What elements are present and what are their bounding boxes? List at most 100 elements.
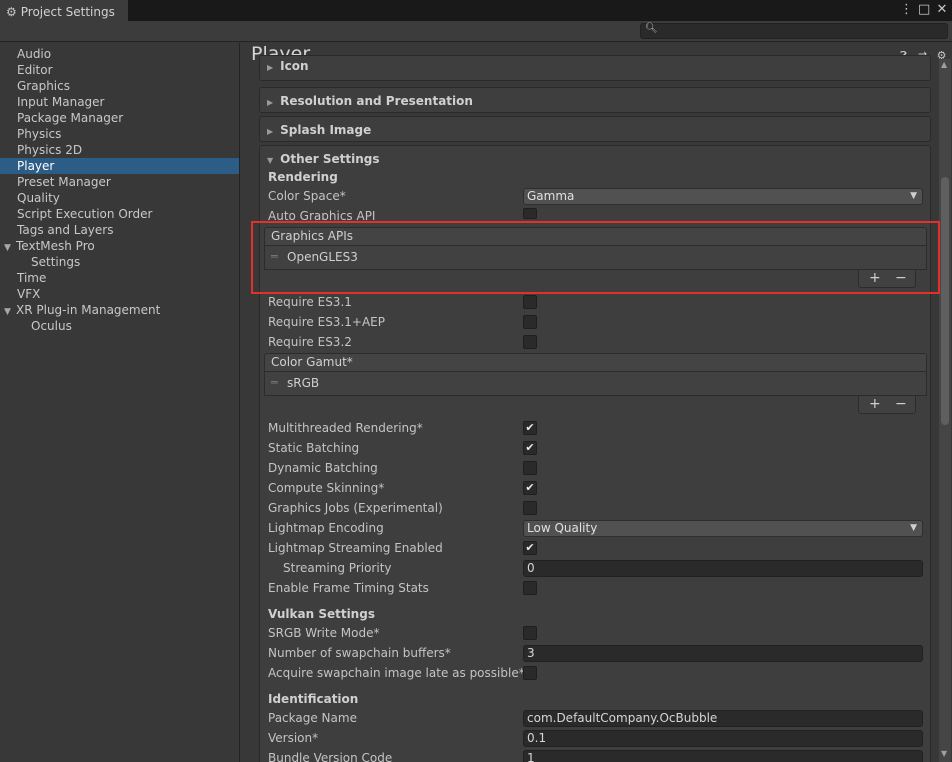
version-label: Version*: [268, 731, 319, 745]
sidebar-item-physics-2d[interactable]: Physics 2D: [0, 142, 239, 158]
dynamic-batching-checkbox[interactable]: [523, 461, 537, 475]
graphics-jobs-label: Graphics Jobs (Experimental): [268, 501, 443, 515]
sidebar-item-label: XR Plug-in Management: [16, 303, 161, 317]
drag-handle-icon[interactable]: ═: [271, 376, 278, 389]
sidebar-item-vfx[interactable]: VFX: [0, 286, 239, 302]
collapsed-arrow-icon: ▶: [267, 127, 274, 136]
multithreaded-rendering-checkbox[interactable]: ✔: [523, 421, 537, 435]
expand-arrow-icon[interactable]: ▼: [4, 304, 16, 320]
version-field[interactable]: 0.1: [523, 730, 923, 747]
streaming-priority-field[interactable]: 0: [523, 560, 923, 577]
bundle-version-code-field[interactable]: 1: [523, 750, 923, 762]
dynamic-batching-label: Dynamic Batching: [268, 461, 378, 475]
graphics-jobs-checkbox[interactable]: [523, 501, 537, 515]
section-title: Resolution and Presentation: [280, 94, 473, 108]
sidebar-item-textmesh-pro[interactable]: ▼ TextMesh Pro: [0, 238, 239, 254]
sidebar-item-textmesh-settings[interactable]: Settings: [0, 254, 239, 270]
require-es31-label: Require ES3.1: [268, 295, 352, 309]
identification-heading: Identification: [268, 692, 359, 706]
sidebar-item-label: TextMesh Pro: [16, 239, 95, 253]
window-titlebar: ⚙ Project Settings ⋮ □ ✕: [0, 0, 952, 21]
tab-title: Project Settings: [20, 4, 115, 19]
package-name-field[interactable]: com.DefaultCompany.OcBubble: [523, 710, 923, 727]
expanded-arrow-icon: ▼: [267, 156, 274, 165]
more-options-icon[interactable]: ⋮: [900, 2, 913, 17]
remove-item-button[interactable]: −: [895, 396, 907, 412]
vulkan-settings-heading: Vulkan Settings: [268, 607, 375, 621]
require-es32-checkbox[interactable]: [523, 335, 537, 349]
streaming-priority-label: Streaming Priority: [283, 561, 392, 575]
sidebar-item-graphics[interactable]: Graphics: [0, 78, 239, 94]
sidebar-item-quality[interactable]: Quality: [0, 190, 239, 206]
require-es31-aep-checkbox[interactable]: [523, 315, 537, 329]
dropdown-value: Gamma: [527, 189, 575, 203]
search-icon: 🔍︎: [645, 23, 658, 34]
search-input[interactable]: 🔍︎: [640, 23, 948, 39]
rendering-heading: Rendering: [268, 170, 338, 184]
lightmap-streaming-label: Lightmap Streaming Enabled: [268, 541, 443, 555]
color-space-dropdown[interactable]: Gamma ▼: [523, 188, 923, 205]
require-es31-aep-label: Require ES3.1+AEP: [268, 315, 385, 329]
sidebar-item-audio[interactable]: Audio: [0, 46, 239, 62]
acquire-swapchain-label: Acquire swapchain image late as possible…: [268, 666, 525, 680]
player-settings-panel: Player ❓︎ ⇄ ⚙ ▲ ▼ ▶Icon ▶Resolution and …: [241, 43, 952, 762]
srgb-write-mode-checkbox[interactable]: [523, 626, 537, 640]
section-title: Icon: [280, 59, 309, 73]
project-settings-tab[interactable]: ⚙ Project Settings: [0, 0, 128, 21]
multithreaded-rendering-label: Multithreaded Rendering*: [268, 421, 423, 435]
lightmap-streaming-checkbox[interactable]: ✔: [523, 541, 537, 555]
collapsed-arrow-icon: ▶: [267, 63, 274, 72]
sidebar-item-preset-manager[interactable]: Preset Manager: [0, 174, 239, 190]
maximize-icon[interactable]: □: [918, 2, 930, 17]
sidebar-item-package-manager[interactable]: Package Manager: [0, 110, 239, 126]
scroll-down-arrow-icon[interactable]: ▼: [941, 749, 947, 758]
sidebar-item-script-execution-order[interactable]: Script Execution Order: [0, 206, 239, 222]
swapchain-buffers-label: Number of swapchain buffers*: [268, 646, 451, 660]
list-item-value: sRGB: [287, 376, 320, 390]
scroll-up-arrow-icon[interactable]: ▲: [941, 60, 947, 69]
section-resolution-and-presentation[interactable]: ▶ Resolution and Presentation: [259, 87, 931, 113]
window-controls: ⋮ □ ✕: [900, 2, 948, 17]
sidebar-item-input-manager[interactable]: Input Manager: [0, 94, 239, 110]
swapchain-buffers-field[interactable]: 3: [523, 645, 923, 662]
collapsed-arrow-icon: ▶: [267, 98, 274, 107]
static-batching-checkbox[interactable]: ✔: [523, 441, 537, 455]
srgb-write-mode-label: SRGB Write Mode*: [268, 626, 380, 640]
compute-skinning-checkbox[interactable]: ✔: [523, 481, 537, 495]
vertical-scrollbar[interactable]: ▲ ▼: [939, 59, 951, 762]
bundle-version-code-label: Bundle Version Code: [268, 751, 393, 762]
auto-graphics-api-label: Auto Graphics API: [268, 209, 376, 220]
require-es31-checkbox[interactable]: [523, 295, 537, 309]
section-title: Other Settings: [280, 152, 380, 166]
gear-icon: ⚙: [6, 4, 17, 19]
settings-sidebar: Audio Editor Graphics Input Manager Pack…: [0, 43, 240, 762]
section-title: Splash Image: [280, 123, 372, 137]
dropdown-value: Low Quality: [527, 521, 598, 535]
lightmap-encoding-dropdown[interactable]: Low Quality ▼: [523, 520, 923, 537]
list-header: Color Gamut*: [264, 353, 927, 372]
expand-arrow-icon[interactable]: ▼: [4, 240, 16, 256]
add-item-button[interactable]: +: [869, 396, 881, 412]
auto-graphics-api-checkbox[interactable]: [523, 208, 537, 219]
section-splash-image[interactable]: ▶ Splash Image: [259, 116, 931, 142]
scrollbar-thumb[interactable]: [941, 177, 949, 425]
acquire-swapchain-checkbox[interactable]: [523, 666, 537, 680]
sidebar-item-oculus[interactable]: Oculus: [0, 318, 239, 334]
sidebar-item-editor[interactable]: Editor: [0, 62, 239, 78]
frame-timing-stats-checkbox[interactable]: [523, 581, 537, 595]
close-icon[interactable]: ✕: [936, 2, 948, 17]
sidebar-item-tags-and-layers[interactable]: Tags and Layers: [0, 222, 239, 238]
sidebar-item-physics[interactable]: Physics: [0, 126, 239, 142]
sidebar-item-xr-plugin-management[interactable]: ▼ XR Plug-in Management: [0, 302, 239, 318]
chevron-down-icon: ▼: [910, 191, 917, 201]
section-icon[interactable]: ▶ Icon: [259, 55, 931, 81]
list-item[interactable]: ═ sRGB: [264, 372, 927, 396]
chevron-down-icon: ▼: [910, 523, 917, 533]
frame-timing-stats-label: Enable Frame Timing Stats: [268, 581, 429, 595]
sidebar-item-time[interactable]: Time: [0, 270, 239, 286]
toolbar: 🔍︎: [0, 21, 952, 42]
color-space-label: Color Space*: [268, 189, 346, 203]
static-batching-label: Static Batching: [268, 441, 360, 455]
section-header[interactable]: ▼ Other Settings: [267, 152, 380, 166]
sidebar-item-player[interactable]: Player: [0, 158, 239, 174]
